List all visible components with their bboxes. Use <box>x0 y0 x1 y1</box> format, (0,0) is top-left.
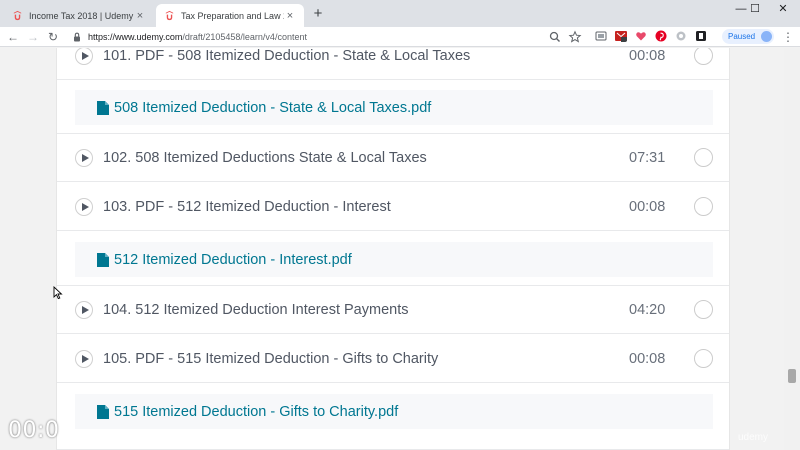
browser-tab-income-tax[interactable]: Income Tax 2018 | Udemy × <box>4 4 154 27</box>
play-icon[interactable] <box>75 48 93 65</box>
completion-checkbox[interactable] <box>694 300 713 319</box>
scrollbar-thumb[interactable] <box>788 369 796 383</box>
resource-link[interactable]: 508 Itemized Deduction - State & Local T… <box>75 90 713 125</box>
play-icon[interactable] <box>75 300 93 319</box>
resource-row: 512 Itemized Deduction - Interest.pdf <box>57 232 729 286</box>
lecture-row[interactable]: 101. PDF - 508 Itemized Deduction - Stat… <box>57 48 729 80</box>
url-host: https://www.udemy.com <box>88 32 183 42</box>
browser-toolbar: ← → ↻ https://www.udemy.com/draft/210545… <box>0 27 800 47</box>
resource-row: 508 Itemized Deduction - State & Local T… <box>57 80 729 134</box>
extension-heart-icon[interactable] <box>635 30 647 42</box>
resource-link[interactable]: 515 Itemized Deduction - Gifts to Charit… <box>75 394 713 429</box>
lecture-row[interactable]: 103. PDF - 512 Itemized Deduction - Inte… <box>57 183 729 231</box>
file-icon <box>97 252 109 267</box>
forward-button[interactable]: → <box>25 29 41 45</box>
lecture-title: 101. PDF - 508 Itemized Deduction - Stat… <box>103 48 471 64</box>
gmail-extension-icon[interactable] <box>615 30 627 42</box>
address-bar[interactable]: https://www.udemy.com/draft/2105458/lear… <box>66 29 590 45</box>
new-tab-button[interactable]: + <box>310 6 326 22</box>
tab-title: Income Tax 2018 | Udemy <box>29 10 134 21</box>
resource-link[interactable]: 512 Itemized Deduction - Interest.pdf <box>75 242 713 277</box>
browser-menu-icon[interactable]: ⋮ <box>782 30 794 44</box>
browser-tab-bar: Income Tax 2018 | Udemy × Tax Preparatio… <box>0 0 800 27</box>
lecture-title: 103. PDF - 512 Itemized Deduction - Inte… <box>103 198 391 215</box>
tab-title: Tax Preparation and Law 2018 20 <box>181 10 284 21</box>
extension-icon[interactable] <box>595 30 607 42</box>
lecture-duration: 07:31 <box>629 149 666 166</box>
play-icon[interactable] <box>75 197 93 216</box>
completion-checkbox[interactable] <box>694 197 713 216</box>
file-icon <box>97 100 109 115</box>
tab-close-icon[interactable]: × <box>284 10 296 22</box>
lock-icon <box>74 32 80 42</box>
avatar <box>761 31 772 42</box>
lecture-duration: 00:08 <box>629 48 666 64</box>
lecture-title: 105. PDF - 515 Itemized Deduction - Gift… <box>103 350 439 367</box>
play-icon[interactable] <box>75 148 93 167</box>
lecture-duration: 00:08 <box>629 198 666 215</box>
profile-status-label: Paused <box>728 32 756 41</box>
completion-checkbox[interactable] <box>694 349 713 368</box>
lecture-row[interactable]: 104. 512 Itemized Deduction Interest Pay… <box>57 286 729 334</box>
resource-title[interactable]: 515 Itemized Deduction - Gifts to Charit… <box>114 404 398 420</box>
lecture-duration: 00:08 <box>629 350 666 367</box>
extension-circle-icon[interactable] <box>675 30 687 42</box>
play-icon[interactable] <box>75 349 93 368</box>
window-close-button[interactable]: ✕ <box>768 0 798 18</box>
udemy-favicon-icon <box>13 10 22 21</box>
url-path: /draft/2105458/learn/v4/content <box>182 32 307 42</box>
udemy-watermark: udemy <box>738 432 769 443</box>
completion-checkbox[interactable] <box>694 48 713 65</box>
resource-title[interactable]: 508 Itemized Deduction - State & Local T… <box>114 100 431 116</box>
lecture-title: 104. 512 Itemized Deduction Interest Pay… <box>103 301 409 318</box>
resource-title[interactable]: 512 Itemized Deduction - Interest.pdf <box>114 252 352 268</box>
course-content-page: 101. PDF - 508 Itemized Deduction - Stat… <box>0 48 800 450</box>
page-scrollbar[interactable] <box>784 48 800 450</box>
completion-checkbox[interactable] <box>694 148 713 167</box>
lecture-duration: 04:20 <box>629 301 666 318</box>
maximize-button[interactable]: ☐ <box>740 0 770 18</box>
file-icon <box>97 404 109 419</box>
extension-dark-icon[interactable] <box>695 30 707 42</box>
browser-tab-tax-preparation[interactable]: Tax Preparation and Law 2018 20 × <box>156 4 304 27</box>
reload-button[interactable]: ↻ <box>45 29 61 45</box>
mouse-cursor-icon <box>53 286 63 300</box>
search-icon[interactable] <box>548 30 562 44</box>
lecture-row[interactable]: 102. 508 Itemized Deductions State & Loc… <box>57 134 729 182</box>
star-icon[interactable] <box>568 30 582 44</box>
tab-close-icon[interactable]: × <box>134 10 146 22</box>
lecture-title: 102. 508 Itemized Deductions State & Loc… <box>103 149 427 166</box>
resource-row: 515 Itemized Deduction - Gifts to Charit… <box>57 384 729 450</box>
profile-button[interactable]: Paused <box>722 29 774 44</box>
pinterest-icon[interactable] <box>655 30 667 42</box>
back-button[interactable]: ← <box>5 29 21 45</box>
curriculum-list: 101. PDF - 508 Itemized Deduction - Stat… <box>56 48 730 450</box>
video-timer-overlay: 00:0 <box>8 418 60 443</box>
lecture-row[interactable]: 105. PDF - 515 Itemized Deduction - Gift… <box>57 335 729 383</box>
url-text: https://www.udemy.com/draft/2105458/lear… <box>88 32 307 42</box>
udemy-favicon-icon <box>165 10 174 21</box>
